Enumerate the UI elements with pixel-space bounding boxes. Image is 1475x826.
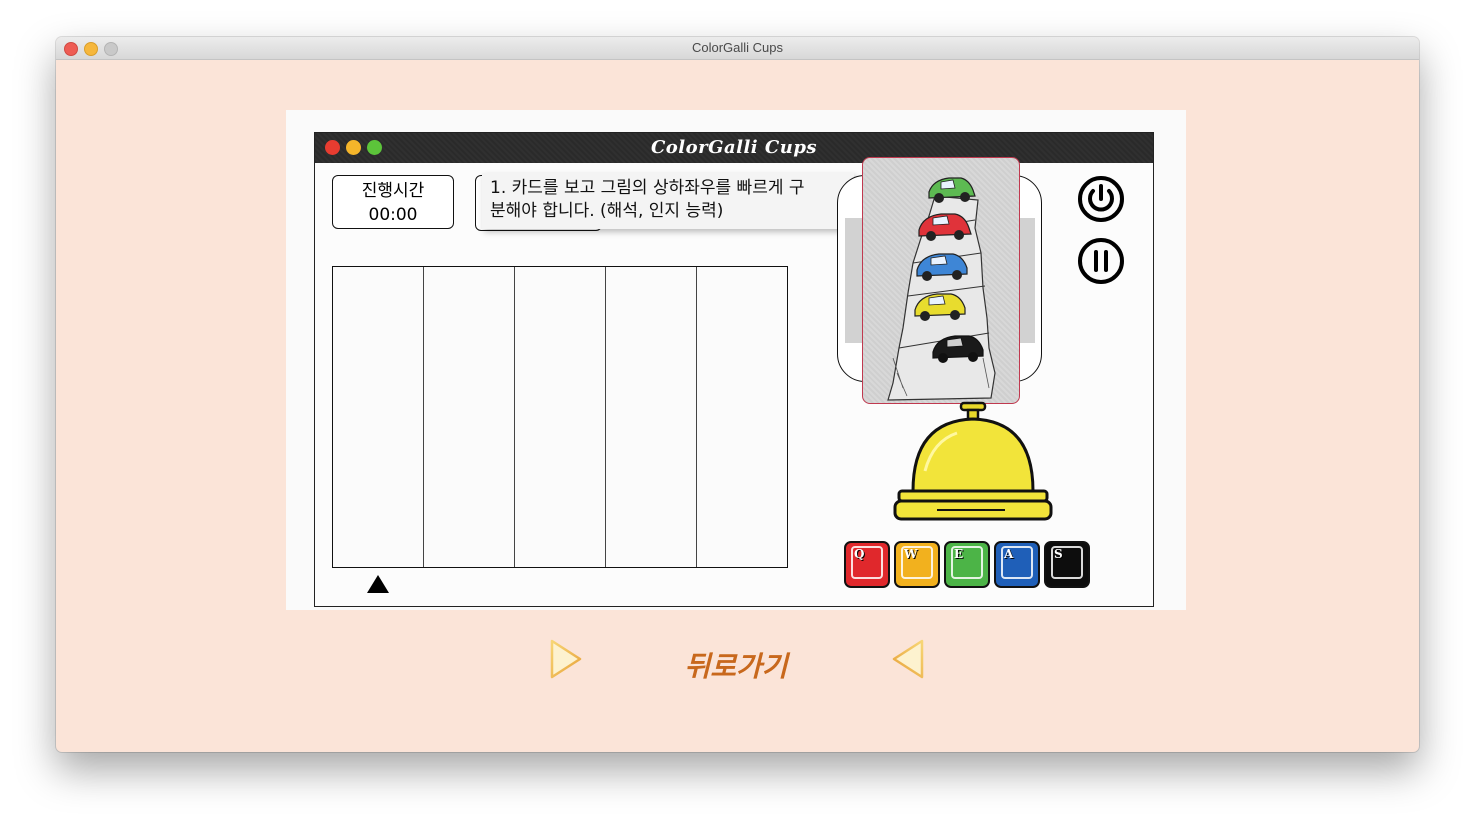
key-a-button[interactable]: A	[994, 541, 1040, 588]
board-column	[333, 267, 424, 567]
app-window: ColorGalli Cups ColorGalli Cups 진행시간 00:…	[56, 37, 1419, 752]
key-e-button[interactable]: E	[944, 541, 990, 588]
play-left-arrow-icon[interactable]	[888, 637, 928, 681]
tooltip-line-1: 1. 카드를 보고 그림의 상하좌우를 빠르게 구	[490, 178, 805, 198]
cup-columns-board	[332, 266, 788, 568]
pause-icon[interactable]	[1077, 237, 1125, 285]
key-q-button[interactable]: Q	[844, 541, 890, 588]
service-bell-icon[interactable]	[893, 401, 1053, 523]
power-icon[interactable]	[1077, 175, 1125, 223]
back-link[interactable]: 뒤로가기	[646, 645, 826, 685]
key-label: W	[904, 547, 918, 561]
play-right-arrow-icon[interactable]	[546, 637, 586, 681]
key-label: Q	[854, 547, 865, 561]
column-pointer-icon	[367, 575, 389, 593]
window-title: ColorGalli Cups	[691, 40, 784, 55]
key-w-button[interactable]: W	[894, 541, 940, 588]
timer-value: 00:00	[368, 205, 418, 225]
car-tower-illustration	[887, 177, 996, 401]
board-column	[515, 267, 606, 567]
instruction-tooltip: 1. 카드를 보고 그림의 상하좌우를 빠르게 구 분해야 합니다. (해석, …	[482, 173, 854, 229]
key-s-button[interactable]: S	[1044, 541, 1090, 588]
window-titlebar: ColorGalli Cups	[56, 37, 1419, 60]
game-stage: ColorGalli Cups 진행시간 00:00 1. 카드를 보고 그림의…	[286, 110, 1186, 610]
inner-game-frame: ColorGalli Cups 진행시간 00:00 1. 카드를 보고 그림의…	[314, 132, 1154, 607]
inner-titlebar: ColorGalli Cups	[315, 133, 1153, 163]
inner-app-title: ColorGalli Cups	[650, 137, 818, 158]
key-label: S	[1054, 547, 1063, 561]
timer-label: 진행시간	[361, 181, 425, 201]
key-label: E	[954, 547, 964, 561]
answer-keys: Q W E A S	[844, 541, 1090, 588]
board-column	[424, 267, 515, 567]
tooltip-line-2: 분해야 합니다. (해석, 인지 능력)	[490, 201, 724, 221]
key-label: A	[1004, 547, 1014, 561]
navigation-row: 뒤로가기	[56, 637, 1419, 687]
board-column	[697, 267, 787, 567]
challenge-card	[862, 157, 1020, 404]
timer-box: 진행시간 00:00	[332, 175, 454, 229]
board-column	[606, 267, 697, 567]
